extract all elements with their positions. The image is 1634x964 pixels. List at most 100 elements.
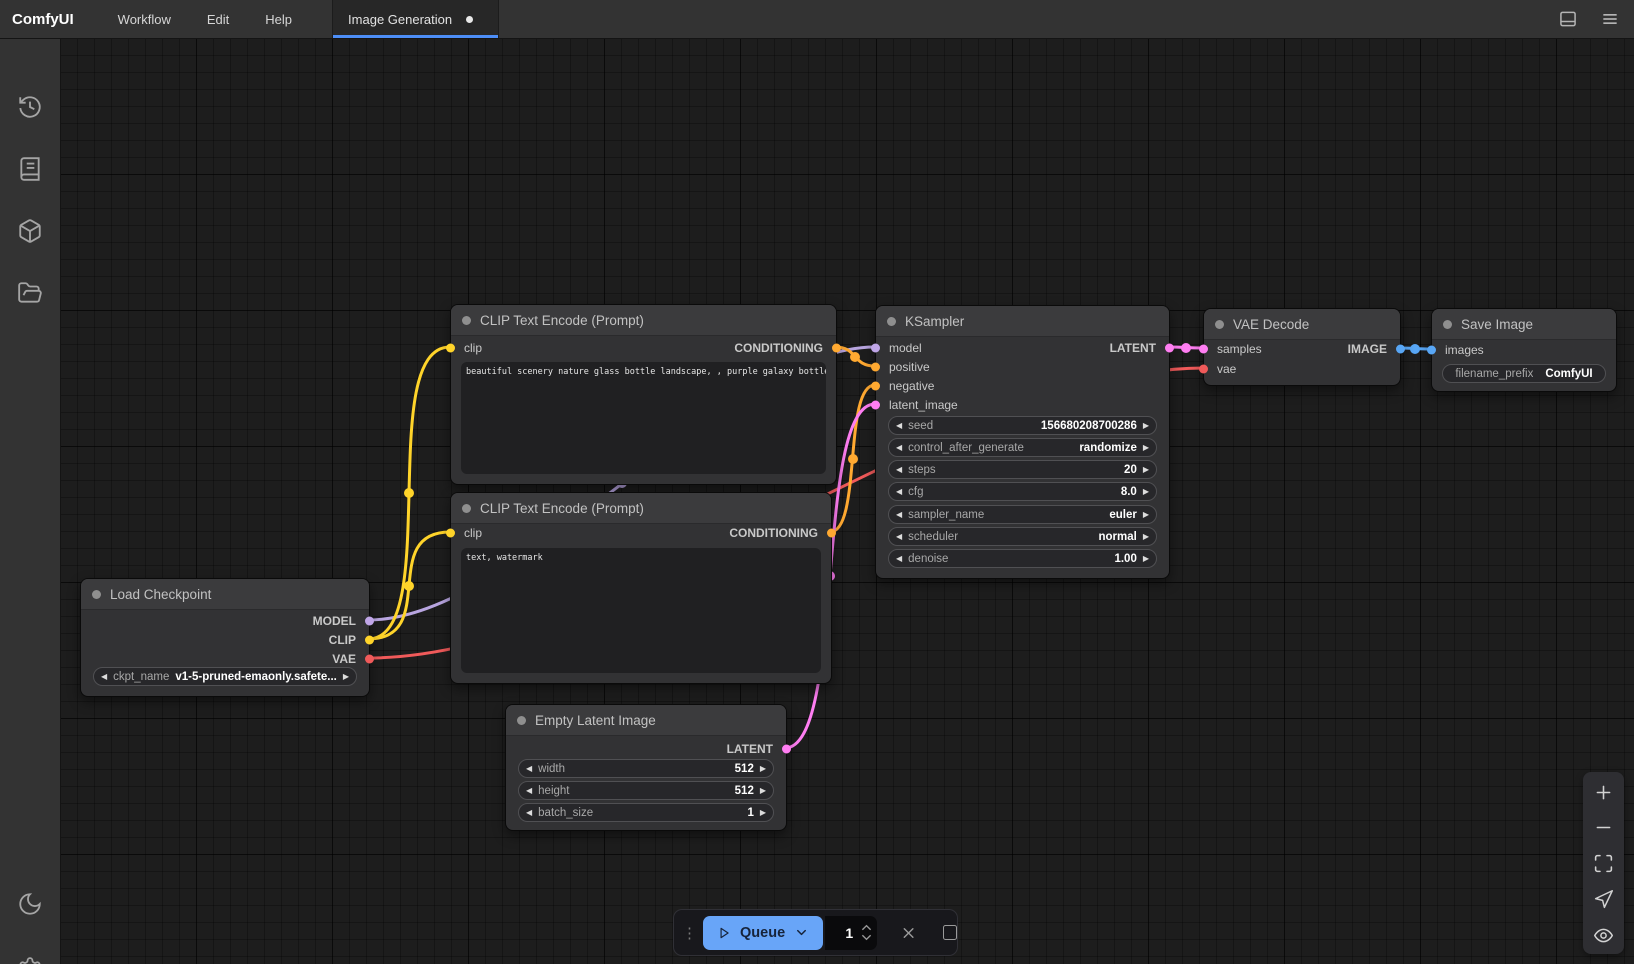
output-port-conditioning[interactable] [832, 344, 841, 353]
decrement-arrow-icon[interactable]: ◀ [101, 673, 107, 681]
input-port-latent-image[interactable] [871, 401, 880, 410]
node-save-image[interactable]: Save Image images filename_prefix ComfyU… [1431, 308, 1617, 392]
output-port-vae[interactable] [365, 655, 374, 664]
node-header[interactable]: CLIP Text Encode (Prompt) [451, 493, 831, 524]
decrement-arrow-icon[interactable]: ◀ [526, 787, 532, 795]
increment-arrow-icon[interactable]: ▶ [760, 765, 766, 773]
steps-widget[interactable]: ◀ steps 20 ▶ [888, 460, 1157, 479]
cfg-widget[interactable]: ◀ cfg 8.0 ▶ [888, 482, 1157, 501]
increment-arrow-icon[interactable]: ▶ [760, 787, 766, 795]
node-ksampler[interactable]: KSampler model positive negative latent_… [875, 305, 1170, 579]
output-port-conditioning[interactable] [827, 529, 836, 538]
menu-workflow[interactable]: Workflow [118, 12, 171, 27]
decrement-arrow-icon[interactable]: ◀ [896, 555, 902, 563]
input-port-clip[interactable] [446, 529, 455, 538]
menu-icon[interactable] [1600, 9, 1620, 29]
output-port-clip[interactable] [365, 636, 374, 645]
seed-widget[interactable]: ◀ seed 156680208700286 ▶ [888, 416, 1157, 435]
decrement-arrow-icon[interactable]: ◀ [896, 488, 902, 496]
output-port-latent[interactable] [1165, 344, 1174, 353]
increment-arrow-icon[interactable]: ▶ [1143, 511, 1149, 519]
input-port-positive[interactable] [871, 363, 880, 372]
input-port-vae[interactable] [1199, 365, 1208, 374]
batch-count-input[interactable]: 1 [825, 916, 877, 950]
increment-arrow-icon[interactable]: ▶ [1143, 466, 1149, 474]
ckpt-name-widget[interactable]: ◀ ckpt_name v1-5-pruned-emaonly.safete..… [93, 667, 357, 686]
collapse-dot-icon[interactable] [462, 316, 471, 325]
increment-arrow-icon[interactable]: ▶ [1143, 555, 1149, 563]
scheduler-widget[interactable]: ◀ scheduler normal ▶ [888, 527, 1157, 546]
workflows-folder-icon[interactable] [17, 280, 43, 306]
node-empty-latent-image[interactable]: Empty Latent Image LATENT ◀ width 512 ▶ … [505, 704, 787, 831]
model-library-icon[interactable] [17, 218, 43, 244]
stop-icon[interactable] [943, 925, 957, 940]
increment-arrow-icon[interactable]: ▶ [1143, 422, 1149, 430]
decrement-arrow-icon[interactable]: ◀ [526, 765, 532, 773]
node-clip-text-encode-positive[interactable]: CLIP Text Encode (Prompt) clip CONDITION… [450, 304, 837, 485]
input-port-samples[interactable] [1199, 345, 1208, 354]
increment-arrow-icon[interactable]: ▶ [343, 673, 349, 681]
input-port-clip[interactable] [446, 344, 455, 353]
menu-edit[interactable]: Edit [207, 12, 229, 27]
history-icon[interactable] [17, 94, 43, 120]
control-after-generate-widget[interactable]: ◀ control_after_generate randomize ▶ [888, 438, 1157, 457]
panel-bottom-icon[interactable] [1558, 9, 1578, 29]
toggle-links-icon[interactable] [1593, 925, 1614, 946]
sampler-name-widget[interactable]: ◀ sampler_name euler ▶ [888, 505, 1157, 524]
node-header[interactable]: KSampler [876, 306, 1169, 337]
increment-arrow-icon[interactable]: ▶ [1143, 488, 1149, 496]
node-header[interactable]: Empty Latent Image [506, 705, 786, 736]
node-clip-text-encode-negative[interactable]: CLIP Text Encode (Prompt) clip CONDITION… [450, 492, 832, 684]
node-load-checkpoint[interactable]: Load Checkpoint MODEL CLIP VAE ◀ ckpt_na… [80, 578, 370, 697]
width-widget[interactable]: ◀ width 512 ▶ [518, 759, 774, 778]
menu-help[interactable]: Help [265, 12, 292, 27]
decrement-arrow-icon[interactable]: ◀ [896, 511, 902, 519]
increment-arrow-icon[interactable]: ▶ [1143, 444, 1149, 452]
increment-arrow-icon[interactable]: ▶ [760, 809, 766, 817]
fit-view-icon[interactable] [1593, 853, 1614, 874]
output-port-latent[interactable] [782, 745, 791, 754]
input-port-negative[interactable] [871, 382, 880, 391]
denoise-widget[interactable]: ◀ denoise 1.00 ▶ [888, 549, 1157, 568]
zoom-out-icon[interactable] [1593, 817, 1614, 838]
prompt-textarea[interactable]: text, watermark [461, 548, 821, 673]
collapse-dot-icon[interactable] [1215, 320, 1224, 329]
decrement-arrow-icon[interactable]: ◀ [896, 422, 902, 430]
collapse-dot-icon[interactable] [92, 590, 101, 599]
zoom-in-icon[interactable] [1593, 782, 1614, 803]
theme-moon-icon[interactable] [17, 891, 43, 917]
decrement-arrow-icon[interactable]: ◀ [896, 466, 902, 474]
batch-size-widget[interactable]: ◀ batch_size 1 ▶ [518, 803, 774, 822]
output-port-image[interactable] [1396, 345, 1405, 354]
decrement-arrow-icon[interactable]: ◀ [896, 444, 902, 452]
queue-button[interactable]: Queue [703, 916, 823, 950]
prompt-textarea[interactable]: beautiful scenery nature glass bottle la… [461, 362, 826, 474]
decrement-arrow-icon[interactable]: ◀ [896, 533, 902, 541]
input-port-model[interactable] [871, 344, 880, 353]
node-header[interactable]: CLIP Text Encode (Prompt) [451, 305, 836, 336]
collapse-dot-icon[interactable] [462, 504, 471, 513]
height-widget[interactable]: ◀ height 512 ▶ [518, 781, 774, 800]
node-library-icon[interactable] [17, 156, 43, 182]
clear-queue-icon[interactable] [900, 924, 917, 942]
spinner-down-icon[interactable] [861, 934, 872, 941]
chevron-down-icon[interactable] [794, 925, 809, 940]
node-header[interactable]: Load Checkpoint [81, 579, 369, 610]
increment-arrow-icon[interactable]: ▶ [1143, 533, 1149, 541]
decrement-arrow-icon[interactable]: ◀ [526, 809, 532, 817]
node-header[interactable]: Save Image [1432, 309, 1616, 340]
spinner-up-icon[interactable] [861, 924, 872, 931]
input-port-images[interactable] [1427, 346, 1436, 355]
output-port-model[interactable] [365, 617, 374, 626]
tab-image-generation[interactable]: Image Generation [333, 0, 499, 38]
node-canvas[interactable] [60, 38, 1634, 964]
select-mode-icon[interactable] [1593, 889, 1614, 910]
collapse-dot-icon[interactable] [517, 716, 526, 725]
node-vae-decode[interactable]: VAE Decode samples vae IMAGE [1203, 308, 1401, 386]
collapse-dot-icon[interactable] [1443, 320, 1452, 329]
drag-handle-icon[interactable]: ⋮ [682, 924, 697, 942]
filename-prefix-widget[interactable]: filename_prefix ComfyUI [1442, 364, 1606, 383]
node-header[interactable]: VAE Decode [1204, 309, 1400, 340]
collapse-dot-icon[interactable] [887, 317, 896, 326]
app-logo[interactable]: ComfyUI [12, 11, 74, 28]
